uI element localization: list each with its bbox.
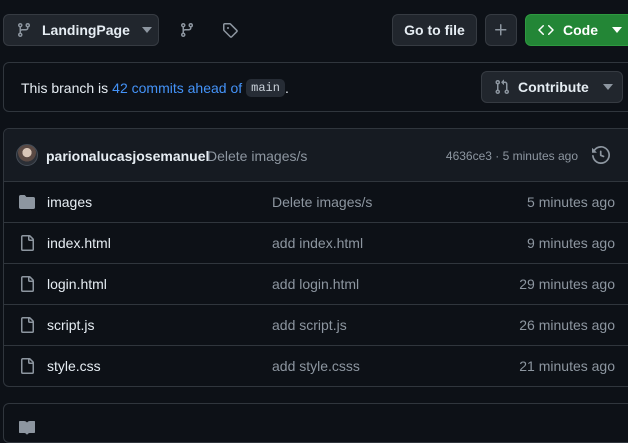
file-icon (19, 317, 35, 333)
file-icon (19, 276, 35, 292)
branch-selector-button[interactable]: LandingPage (3, 14, 159, 46)
file-commit-time: 5 minutes ago (527, 194, 615, 210)
plus-icon (493, 22, 509, 38)
commits-ahead-link[interactable]: 42 commits ahead of (112, 80, 242, 96)
file-commit-time: 26 minutes ago (519, 317, 615, 333)
chevron-down-icon (602, 84, 613, 90)
branch-name: LandingPage (42, 22, 130, 38)
list-item[interactable]: style.css add style.csss 21 minutes ago (4, 346, 628, 386)
book-icon (19, 420, 35, 436)
file-name[interactable]: images (47, 194, 92, 210)
tag-icon[interactable] (216, 14, 244, 46)
branch-status-text: This branch is 42 commits ahead of main … (21, 79, 289, 97)
commit-author[interactable]: parionalucasjosemanuel (46, 148, 209, 164)
file-commit-message[interactable]: add index.html (272, 235, 363, 251)
contribute-label: Contribute (518, 79, 589, 95)
file-name[interactable]: style.css (47, 358, 101, 374)
list-item[interactable]: images Delete images/s 5 minutes ago (4, 182, 628, 223)
avatar[interactable] (16, 144, 38, 166)
git-pull-request-icon (494, 79, 510, 95)
code-icon (538, 22, 554, 38)
file-commit-time: 29 minutes ago (519, 276, 615, 292)
git-branch-icon (16, 22, 32, 38)
chevron-down-icon (612, 27, 622, 33)
commit-meta[interactable]: 4636ce3 · 5 minutes ago (446, 149, 578, 163)
go-to-file-button[interactable]: Go to file (392, 14, 477, 46)
file-commit-time: 21 minutes ago (519, 358, 615, 374)
code-button[interactable]: Code (525, 14, 628, 46)
history-icon[interactable] (592, 146, 610, 164)
latest-commit-row: parionalucasjosemanuel Delete images/s 4… (4, 129, 628, 182)
branches-icon[interactable] (173, 14, 201, 46)
list-item[interactable]: login.html add login.html 29 minutes ago (4, 264, 628, 305)
file-commit-message[interactable]: Delete images/s (272, 194, 372, 210)
commit-message[interactable]: Delete images/s (207, 148, 307, 164)
code-button-label: Code (563, 22, 598, 38)
file-name[interactable]: script.js (47, 317, 94, 333)
file-commit-message[interactable]: add login.html (272, 276, 359, 292)
file-commit-time: 9 minutes ago (527, 235, 615, 251)
branch-status-suffix: . (284, 80, 289, 96)
folder-icon (19, 194, 35, 210)
list-item[interactable]: script.js add script.js 26 minutes ago (4, 305, 628, 346)
list-item[interactable]: index.html add index.html 9 minutes ago (4, 223, 628, 264)
file-icon (19, 235, 35, 251)
readme-panel (3, 403, 628, 443)
branch-status-prefix: This branch is (21, 80, 109, 96)
contribute-button[interactable]: Contribute (481, 71, 623, 103)
chevron-down-icon (141, 27, 152, 33)
file-commit-message[interactable]: add style.csss (272, 358, 360, 374)
base-branch-label: main (246, 79, 285, 97)
file-commit-message[interactable]: add script.js (272, 317, 347, 333)
file-name[interactable]: index.html (47, 235, 111, 251)
file-table: parionalucasjosemanuel Delete images/s 4… (3, 128, 628, 387)
add-file-button[interactable] (485, 14, 517, 46)
file-icon (19, 358, 35, 374)
file-name[interactable]: login.html (47, 276, 107, 292)
